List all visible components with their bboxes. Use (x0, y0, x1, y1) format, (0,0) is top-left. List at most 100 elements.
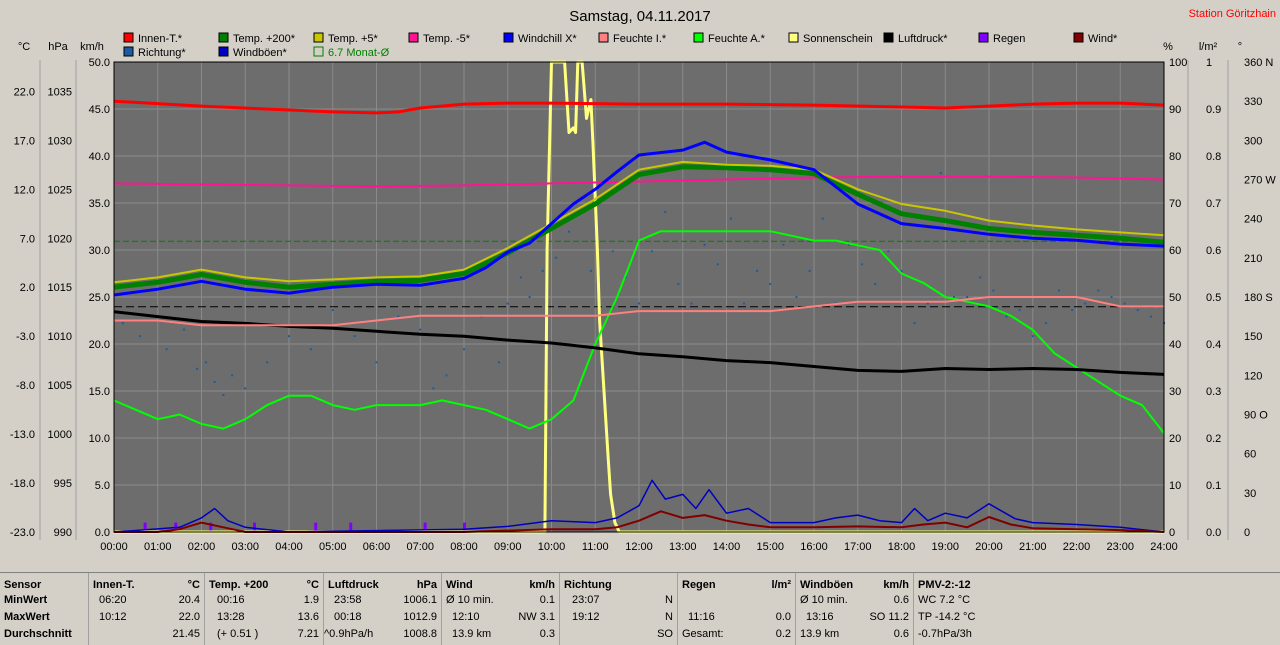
percent-tick-label: 60 (1169, 245, 1181, 257)
legend-label: 6.7 Monat-Ø (328, 47, 390, 59)
legend-label: Temp. +200* (233, 33, 296, 45)
rain-tick-label: 0.0 (1206, 527, 1221, 539)
luftdruck-header: Luftdruck (328, 579, 379, 591)
windboeen-unit: km/h (883, 579, 909, 591)
wind-max-value: NW 3.1 (518, 611, 555, 623)
rain-tick-label: 0.4 (1206, 339, 1221, 351)
innen-max-value: 22.0 (178, 611, 200, 623)
temp200-header: Temp. +200 (209, 579, 269, 591)
wind-direction-point (1044, 322, 1047, 325)
temp-tick-label: -23.0 (10, 527, 35, 539)
legend-swatch (218, 32, 229, 43)
wind-direction-point (611, 250, 614, 253)
innen-min-value: 20.4 (178, 594, 200, 606)
wind-direction-point (353, 335, 356, 338)
wind-direction-point (664, 211, 667, 214)
wind-direction-point (821, 217, 824, 220)
legend-swatch (408, 32, 419, 43)
pressure-tick-label: 1020 (48, 233, 72, 245)
luftdruck-trend: ^0.9hPa/h (324, 628, 374, 640)
regen-total-label: Gesamt: (682, 628, 724, 640)
x-tick-label: 14:00 (713, 541, 741, 553)
chart-title: Samstag, 04.11.2017 (569, 8, 711, 25)
summary-col-pmv: PMV-2:-12 WC 7.2 °C TP -14.2 °C -0.7hPa/… (914, 573, 1014, 645)
degree-tick-label: 150 (1244, 331, 1262, 343)
rain-tick-label: 1 (1206, 57, 1212, 69)
temp-tick-label: -18.0 (10, 478, 35, 490)
regen-max-value: 0.0 (775, 611, 791, 623)
legend-label: Sonnenschein (803, 33, 873, 45)
legend-swatch (123, 46, 134, 57)
innen-max-time: 10:12 (99, 611, 127, 623)
rain-tick-label: 0.2 (1206, 433, 1221, 445)
wind-avg-value: 0.3 (539, 628, 555, 640)
degree-tick-label: 210 (1244, 253, 1262, 265)
regen-unit: l/m² (771, 579, 791, 591)
wind-direction-point (375, 361, 378, 364)
wind-direction-point (568, 230, 570, 233)
rain-tick-label: 0.7 (1206, 198, 1221, 210)
x-tick-label: 11:00 (582, 541, 609, 553)
wind-direction-point (432, 387, 435, 390)
x-tick-label: 06:00 (363, 541, 391, 553)
legend-label: Windböen* (233, 47, 288, 59)
x-tick-label: 23:00 (1106, 541, 1134, 553)
windboeen-avg-value: 0.6 (893, 628, 909, 640)
wind-direction-point (309, 348, 312, 351)
wind-direction-point (966, 296, 969, 298)
summary-col-luftdruck: Luftdruck hPa 23:58 1006.1 00:18 1012.9 ^0.… (324, 573, 442, 645)
innen-avg-value: 21.45 (172, 628, 200, 640)
degree-tick-label: 60 (1244, 449, 1256, 461)
degree-tick-label: 270 W (1244, 175, 1276, 187)
wind-direction-point (222, 393, 225, 396)
x-tick-label: 19:00 (931, 541, 959, 553)
legend-label: Temp. -5* (423, 33, 471, 45)
x-tick-label: 21:00 (1019, 541, 1047, 553)
temp-tick-label: 12.0 (14, 184, 35, 196)
percent-tick-label: 90 (1169, 104, 1181, 116)
pressure-tick-label: 1015 (48, 282, 72, 294)
x-tick-label: 20:00 (975, 541, 1003, 553)
x-tick-label: 07:00 (406, 541, 434, 553)
x-tick-label: 08:00 (450, 541, 478, 553)
wind-max-time: 12:10 (452, 611, 480, 623)
wind-direction-point (519, 276, 522, 279)
regen-max-time: 11:16 (688, 611, 715, 623)
wind-direction-point (677, 282, 680, 285)
row-label-min: MinWert (4, 594, 48, 606)
wind-direction-point (756, 269, 759, 272)
x-tick-label: 00:00 (100, 541, 128, 553)
percent-tick-label: 0 (1169, 527, 1175, 539)
wind-direction-point (196, 367, 199, 370)
legend-label: Windchill X* (518, 33, 577, 45)
wind-direction-point (165, 348, 168, 351)
legend-swatch (218, 46, 229, 57)
degree-tick-label: 180 S (1244, 292, 1273, 304)
x-tick-label: 03:00 (231, 541, 259, 553)
richtung-min-value: N (665, 594, 673, 606)
station-name: Station Göritzhain (1189, 8, 1276, 20)
legend-swatch (313, 32, 324, 43)
wind-direction-point (861, 263, 864, 266)
regen-total-value: 0.2 (775, 628, 791, 640)
temp200-min-time: 00:16 (217, 594, 245, 606)
x-tick-label: 01:00 (144, 541, 172, 553)
wind-direction-point (213, 380, 216, 383)
axis-unit-temp: °C (18, 41, 30, 53)
degree-tick-label: 240 (1244, 214, 1262, 226)
wind-direction-point (498, 361, 500, 364)
wind-tick-label: 50.0 (89, 57, 110, 69)
percent-tick-label: 30 (1169, 386, 1181, 398)
wind-direction-point (1136, 309, 1139, 312)
x-tick-label: 04:00 (275, 541, 303, 553)
x-tick-label: 17:00 (844, 541, 872, 553)
wind-direction-point (139, 335, 142, 338)
luftdruck-max-time: 00:18 (334, 611, 362, 623)
wind-direction-point (690, 302, 693, 305)
wind-direction-point (1084, 302, 1087, 305)
percent-tick-label: 70 (1169, 198, 1181, 210)
x-tick-label: 12:00 (625, 541, 653, 553)
regen-header: Regen (682, 579, 716, 591)
wind-direction-point (183, 328, 185, 331)
temp200-unit: °C (306, 579, 319, 591)
